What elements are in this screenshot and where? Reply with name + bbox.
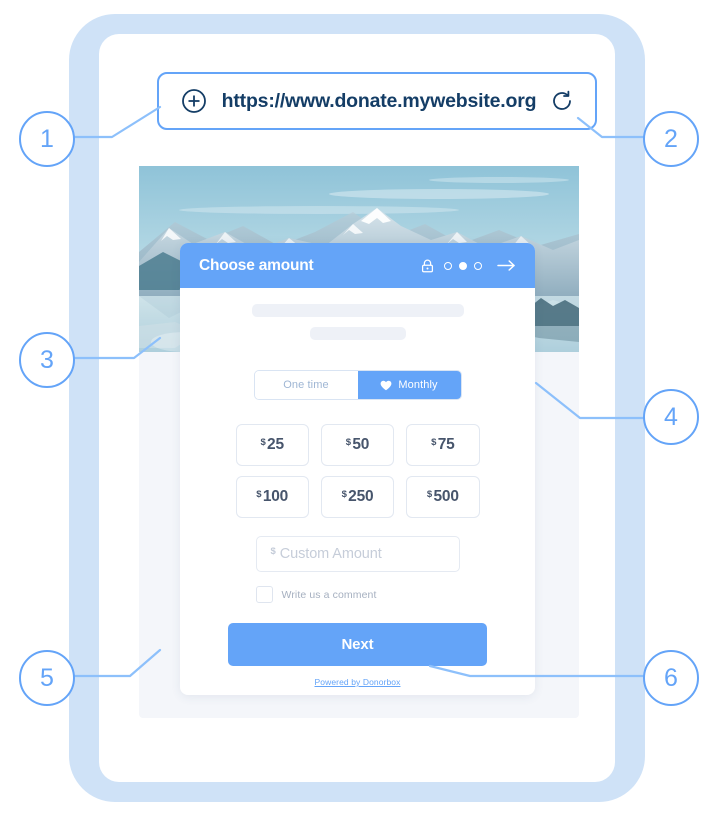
currency-symbol: $ — [341, 488, 347, 500]
card-header: Choose amount — [180, 243, 535, 288]
step-indicator — [444, 261, 482, 270]
callout-marker-1[interactable]: 1 — [19, 111, 75, 167]
custom-amount-placeholder: Custom Amount — [279, 546, 382, 562]
amount-value: 75 — [437, 436, 455, 453]
arrow-right-icon[interactable] — [497, 259, 516, 272]
powered-by-link[interactable]: Powered by Donorbox — [180, 677, 535, 687]
heart-icon — [380, 380, 392, 391]
amount-value: 25 — [267, 436, 284, 453]
step-dot-3[interactable] — [474, 261, 482, 270]
card-body: One time Monthly $ 25 $ 50 $ 75 $ 100 $ … — [180, 288, 535, 687]
currency-symbol: $ — [431, 436, 437, 448]
one-time-label: One time — [283, 379, 329, 391]
reload-icon[interactable] — [551, 90, 573, 112]
page-title: Choose amount — [199, 256, 314, 274]
currency-symbol: $ — [270, 545, 276, 557]
header-icon-group — [421, 259, 516, 273]
frequency-option-monthly[interactable]: Monthly — [357, 371, 461, 399]
url-text[interactable]: https://www.donate.mywebsite.org — [207, 90, 551, 113]
callout-marker-4[interactable]: 4 — [643, 389, 699, 445]
currency-symbol: $ — [260, 436, 266, 448]
comment-checkbox-row[interactable]: Write us a comment — [255, 586, 460, 603]
amount-button[interactable]: $ 250 — [320, 476, 395, 518]
amount-button[interactable]: $ 25 — [235, 424, 309, 466]
amount-value: 100 — [262, 488, 289, 505]
amount-grid: $ 25 $ 50 $ 75 $ 100 $ 250 $ 500 — [235, 424, 480, 518]
currency-symbol: $ — [345, 436, 351, 448]
currency-symbol: $ — [426, 488, 432, 500]
callout-marker-6[interactable]: 6 — [643, 650, 699, 706]
amount-button[interactable]: $ 50 — [320, 424, 395, 466]
step-dot-1[interactable] — [444, 261, 452, 270]
callout-marker-3[interactable]: 3 — [19, 332, 75, 388]
amount-value: 500 — [433, 488, 459, 505]
frequency-option-one-time[interactable]: One time — [254, 371, 358, 399]
step-dot-2[interactable] — [459, 261, 467, 270]
next-button[interactable]: Next — [228, 623, 487, 666]
monthly-label: Monthly — [398, 379, 438, 391]
amount-button[interactable]: $ 100 — [235, 476, 309, 518]
callout-marker-2[interactable]: 2 — [643, 111, 699, 167]
donation-card: Choose amount One time Monthly $ 25 $ 50… — [180, 243, 535, 695]
amount-value: 250 — [348, 488, 374, 505]
browser-url-bar[interactable]: https://www.donate.mywebsite.org — [157, 72, 597, 130]
frequency-toggle[interactable]: One time Monthly — [253, 370, 462, 400]
amount-value: 50 — [352, 436, 370, 453]
skeleton-subtitle-bar — [309, 327, 406, 340]
amount-button[interactable]: $ 75 — [406, 424, 480, 466]
comment-checkbox[interactable] — [255, 586, 273, 603]
lock-icon — [421, 259, 434, 273]
amount-button[interactable]: $ 500 — [406, 476, 480, 518]
currency-symbol: $ — [256, 488, 262, 500]
skeleton-title-bar — [251, 304, 464, 317]
plus-circle-icon[interactable] — [181, 88, 207, 114]
comment-label: Write us a comment — [281, 588, 377, 601]
custom-amount-input[interactable]: $ Custom Amount — [255, 536, 460, 572]
callout-marker-5[interactable]: 5 — [19, 650, 75, 706]
